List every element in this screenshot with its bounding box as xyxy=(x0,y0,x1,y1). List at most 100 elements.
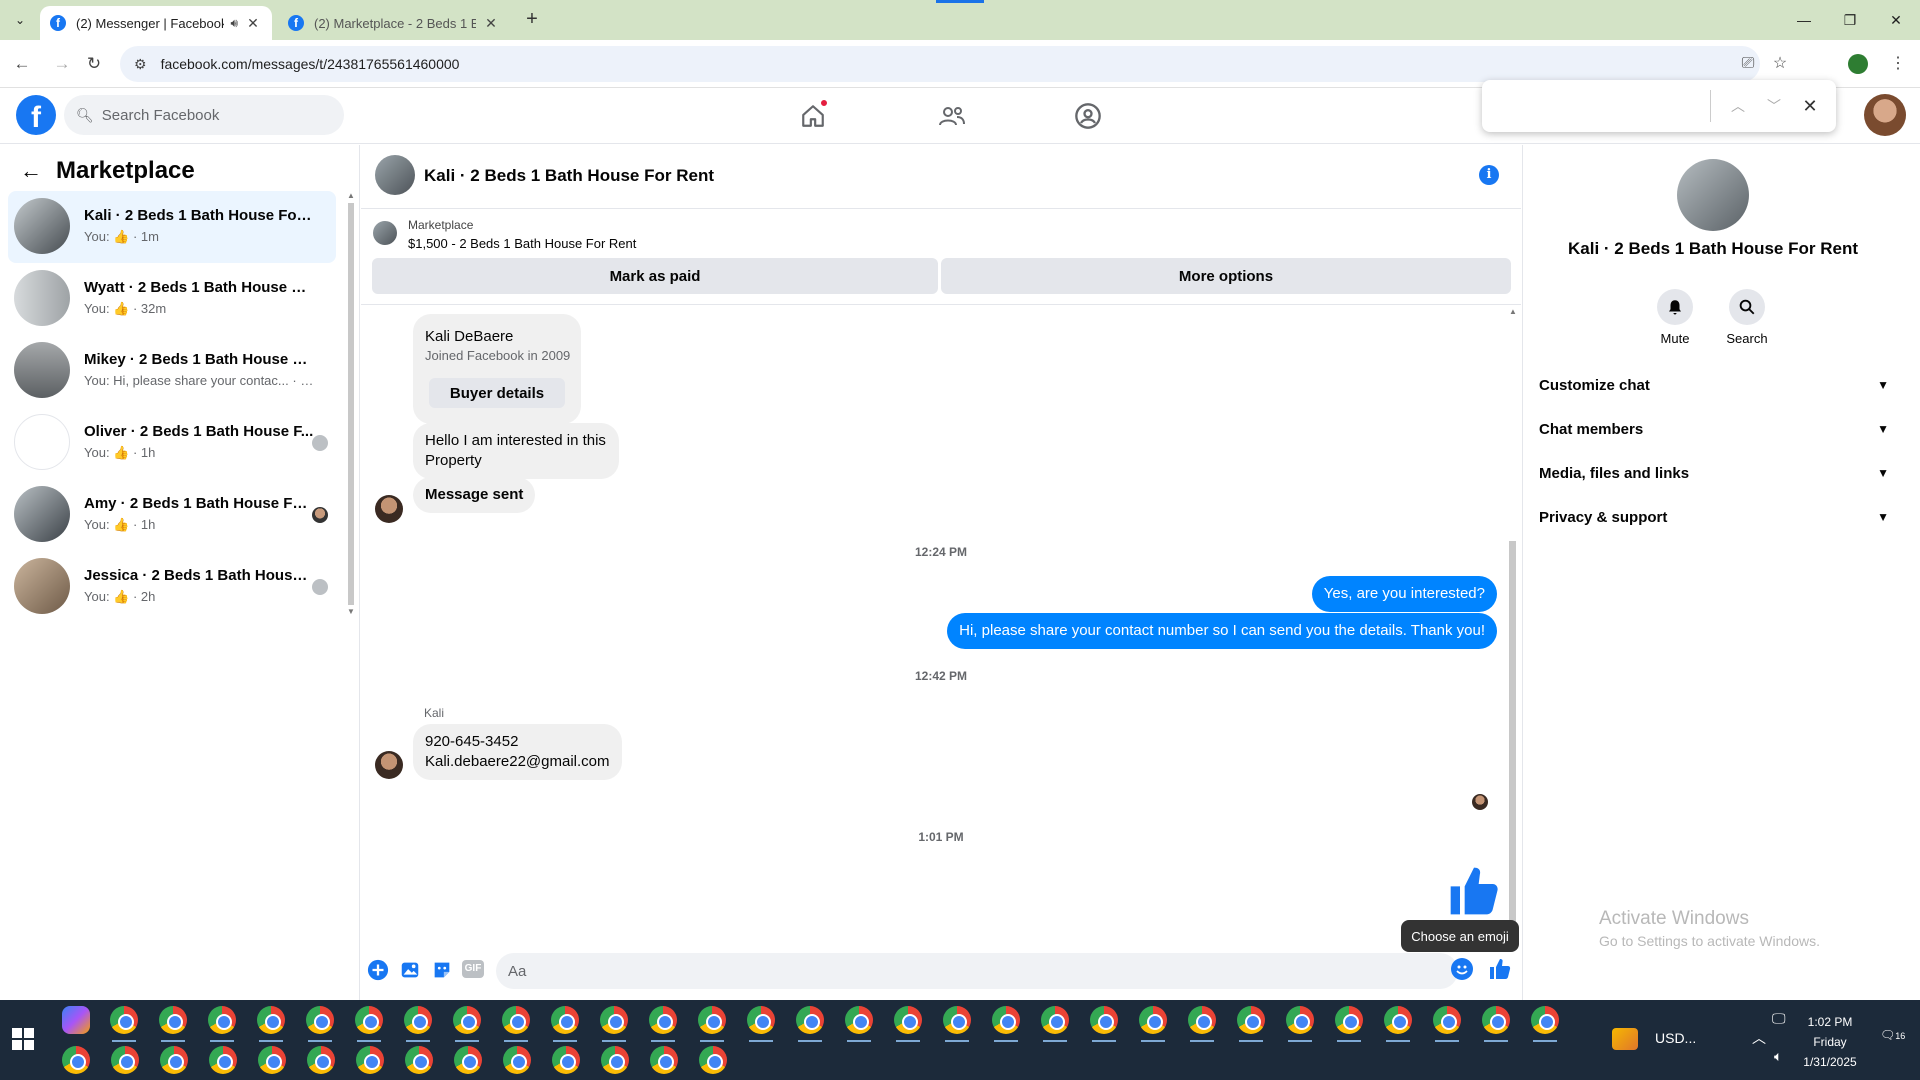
incoming-message[interactable]: Message sent xyxy=(413,477,536,513)
volume-icon[interactable]: 🔈︎ xyxy=(1774,1048,1782,1065)
listing-avatar[interactable] xyxy=(1677,159,1749,231)
find-close-button[interactable]: ✕ xyxy=(1798,94,1822,118)
conversation-item[interactable]: Mikey · 2 Beds 1 Bath House For... You: … xyxy=(8,335,336,407)
taskbar-chrome-app-icon[interactable] xyxy=(355,1006,383,1034)
facebook-logo-icon[interactable]: f xyxy=(16,95,56,135)
sender-avatar[interactable] xyxy=(375,495,403,523)
scrollbar-thumb[interactable] xyxy=(348,203,354,605)
buyer-details-button[interactable]: Buyer details xyxy=(429,378,565,408)
taskbar-chrome-app-icon[interactable] xyxy=(1188,1006,1216,1034)
account-avatar[interactable] xyxy=(1864,94,1906,136)
scrollbar-thumb[interactable] xyxy=(1509,541,1516,931)
chat-title[interactable]: Kali · 2 Beds 1 Bath House For Rent xyxy=(424,166,714,186)
copilot-icon[interactable] xyxy=(62,1006,90,1034)
incoming-message-contact[interactable]: 920-645-3452 Kali.debaere22@gmail.com xyxy=(413,724,622,780)
taskbar-chrome-app-icon[interactable] xyxy=(1286,1006,1314,1034)
tab-search-button[interactable]: ⌄ xyxy=(8,8,32,32)
install-app-icon[interactable]: ⎚ xyxy=(1736,52,1760,76)
conversation-item[interactable]: Jessica · 2 Beds 1 Bath House ... You: 👍… xyxy=(8,551,336,623)
listing-avatar[interactable] xyxy=(375,155,415,195)
new-tab-button[interactable]: + xyxy=(520,8,544,32)
taskbar-chrome-app-icon[interactable] xyxy=(649,1006,677,1034)
taskbar-chrome-app-icon[interactable] xyxy=(943,1006,971,1034)
sticker-icon[interactable] xyxy=(431,959,453,981)
taskbar-chrome-app-icon[interactable] xyxy=(601,1046,629,1074)
privacy-support-section[interactable]: Privacy & support ▼ xyxy=(1539,497,1889,537)
taskbar-chrome-app-icon[interactable] xyxy=(111,1046,139,1074)
taskbar-chrome-app-icon[interactable] xyxy=(160,1046,188,1074)
site-info-icon[interactable]: ⚙︎ xyxy=(134,56,147,73)
tab-marketplace[interactable]: f (2) Marketplace - 2 Beds 1 Bath ✕ xyxy=(278,6,510,40)
back-button[interactable]: ← xyxy=(10,52,34,76)
mark-as-paid-button[interactable]: Mark as paid xyxy=(372,258,938,294)
chat-members-section[interactable]: Chat members ▼ xyxy=(1539,409,1889,449)
taskbar-chrome-app-icon[interactable] xyxy=(356,1046,384,1074)
plus-circle-icon[interactable] xyxy=(367,959,389,981)
taskbar-chrome-app-icon[interactable] xyxy=(306,1006,334,1034)
network-icon[interactable]: 🖵︎ xyxy=(1772,1010,1786,1027)
mute-button[interactable]: Mute xyxy=(1645,289,1705,346)
scroll-up-arrow-icon[interactable]: ▲ xyxy=(347,191,355,200)
taskbar-chrome-app-icon[interactable] xyxy=(747,1006,775,1034)
minimize-button[interactable]: — xyxy=(1790,6,1818,34)
windows-start-icon[interactable] xyxy=(12,1028,34,1050)
taskbar-chrome-app-icon[interactable] xyxy=(453,1006,481,1034)
taskbar-chrome-app-icon[interactable] xyxy=(1041,1006,1069,1034)
taskbar-chrome-app-icon[interactable] xyxy=(1237,1006,1265,1034)
emoji-smiley-icon[interactable] xyxy=(1451,958,1473,980)
taskbar-chrome-app-icon[interactable] xyxy=(1482,1006,1510,1034)
weather-icon[interactable] xyxy=(1612,1028,1638,1050)
taskbar-chrome-app-icon[interactable] xyxy=(1335,1006,1363,1034)
taskbar-chrome-app-icon[interactable] xyxy=(503,1046,531,1074)
conversation-item[interactable]: Kali · 2 Beds 1 Bath House For R... You:… xyxy=(8,191,336,263)
outgoing-message[interactable]: Hi, please share your contact number so … xyxy=(947,613,1497,649)
taskbar-chrome-app-icon[interactable] xyxy=(1531,1006,1559,1034)
search-conversation-button[interactable]: Search xyxy=(1717,289,1777,346)
media-files-links-section[interactable]: Media, files and links ▼ xyxy=(1539,453,1889,493)
taskbar-chrome-app-icon[interactable] xyxy=(209,1046,237,1074)
close-icon[interactable]: ✕ xyxy=(244,15,262,32)
message-input[interactable]: Aa xyxy=(496,953,1458,989)
tray-weather-text[interactable]: USD... xyxy=(1655,1030,1696,1046)
bookmark-star-icon[interactable]: ☆ xyxy=(1768,52,1792,76)
speaker-icon[interactable]: 🔊︎ xyxy=(230,16,238,31)
browser-menu-icon[interactable]: ⋮ xyxy=(1886,52,1910,76)
tray-clock[interactable]: 1:02 PM Friday 1/31/2025 xyxy=(1800,1012,1860,1072)
taskbar-chrome-app-icon[interactable] xyxy=(552,1046,580,1074)
taskbar-chrome-app-icon[interactable] xyxy=(894,1006,922,1034)
taskbar-chrome-app-icon[interactable] xyxy=(1139,1006,1167,1034)
friends-nav-button[interactable] xyxy=(932,96,972,136)
tab-messenger[interactable]: f (2) Messenger | Facebook 🔊︎ ✕ xyxy=(40,6,272,40)
message-scrollbar[interactable]: ▲ xyxy=(1506,305,1518,943)
listing-thumbnail[interactable] xyxy=(373,221,397,245)
taskbar-chrome-app-icon[interactable] xyxy=(405,1046,433,1074)
taskbar-chrome-app-icon[interactable] xyxy=(1433,1006,1461,1034)
scroll-down-arrow-icon[interactable]: ▼ xyxy=(347,607,355,616)
customize-chat-section[interactable]: Customize chat ▼ xyxy=(1539,365,1889,405)
facebook-search-input[interactable]: 🔍︎ Search Facebook xyxy=(64,95,344,135)
window-close-button[interactable]: ✕ xyxy=(1882,6,1910,34)
taskbar-chrome-app-icon[interactable] xyxy=(600,1006,628,1034)
forward-button[interactable]: → xyxy=(50,52,74,76)
notification-center-icon[interactable]: 🗨︎16 xyxy=(1880,1028,1905,1042)
sender-avatar[interactable] xyxy=(375,751,403,779)
taskbar-chrome-app-icon[interactable] xyxy=(110,1006,138,1034)
scroll-up-arrow-icon[interactable]: ▲ xyxy=(1509,307,1517,316)
taskbar-chrome-app-icon[interactable] xyxy=(62,1046,90,1074)
listing-title[interactable]: $1,500 - 2 Beds 1 Bath House For Rent xyxy=(408,236,636,251)
taskbar-chrome-app-icon[interactable] xyxy=(208,1006,236,1034)
taskbar-chrome-app-icon[interactable] xyxy=(699,1046,727,1074)
address-bar[interactable]: ⚙︎ facebook.com/messages/t/2438176556146… xyxy=(120,46,1760,82)
taskbar-chrome-app-icon[interactable] xyxy=(698,1006,726,1034)
taskbar-chrome-app-icon[interactable] xyxy=(257,1006,285,1034)
find-previous-button[interactable]: ︿ xyxy=(1726,94,1750,118)
taskbar-chrome-app-icon[interactable] xyxy=(159,1006,187,1034)
conversation-item[interactable]: Oliver · 2 Beds 1 Bath House F... You: 👍… xyxy=(8,407,336,479)
send-thumbs-up-icon[interactable] xyxy=(1488,957,1512,981)
photo-icon[interactable] xyxy=(399,959,421,981)
outgoing-message[interactable]: Yes, are you interested? xyxy=(1311,576,1497,612)
profile-icon[interactable] xyxy=(1848,54,1868,74)
taskbar-chrome-app-icon[interactable] xyxy=(454,1046,482,1074)
conversation-item[interactable]: Amy · 2 Beds 1 Bath House Fo... You: 👍 ·… xyxy=(8,479,336,551)
taskbar-chrome-app-icon[interactable] xyxy=(551,1006,579,1034)
